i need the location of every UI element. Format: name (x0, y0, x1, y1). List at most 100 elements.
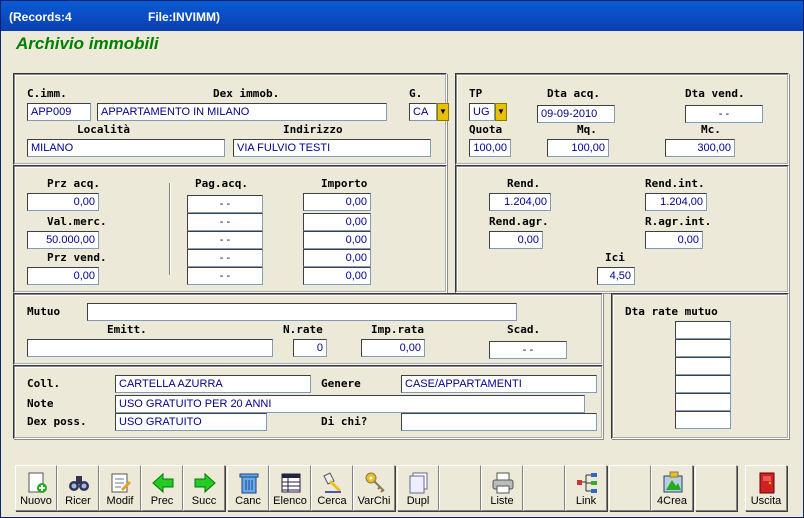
dupl-button[interactable]: Dupl (397, 465, 439, 511)
rate-mutuo-field[interactable] (675, 375, 731, 393)
importo-field[interactable]: 0,00 (303, 267, 371, 285)
dex-poss-field[interactable]: USO GRATUITO (115, 413, 267, 431)
pag-acq-field[interactable]: - - (187, 213, 263, 231)
mutuo-label: Mutuo (27, 305, 61, 318)
ici-field[interactable]: 4,50 (597, 267, 635, 285)
pag-acq-field[interactable]: - - (187, 267, 263, 285)
title-bar: (Records:4 File:INVIMM) (1, 1, 803, 31)
cimm-label: C.imm. (27, 87, 67, 100)
empty-button[interactable] (609, 465, 651, 511)
val-merc-label: Val.merc. (47, 215, 107, 228)
emitt-field[interactable] (27, 339, 273, 357)
dta-vend-label: Dta vend. (685, 87, 745, 100)
cimm-field[interactable]: APP009 (27, 103, 91, 121)
genere-field[interactable]: CASE/APPARTAMENTI (401, 375, 597, 393)
cerca-button[interactable]: Cerca (311, 465, 353, 511)
coll-field[interactable]: CARTELLA AZURRA (115, 375, 311, 393)
nrate-label: N.rate (283, 323, 323, 336)
link-button[interactable]: Link (565, 465, 607, 511)
records-count: (Records:4 (9, 10, 72, 24)
arrow-left-icon (152, 472, 174, 494)
note-field[interactable]: USO GRATUITO PER 20 ANNI (115, 395, 585, 413)
toolbar: Nuovo Ricer Modif Prec Succ Canc Elenco (11, 465, 791, 513)
g-dropdown-icon[interactable]: ▼ (437, 103, 449, 121)
tp-dropdown-icon[interactable]: ▼ (495, 103, 507, 121)
nrate-field[interactable]: 0 (293, 339, 327, 357)
di-chi-label: Di chi? (321, 415, 368, 428)
nuovo-button[interactable]: Nuovo (15, 465, 57, 511)
mutuo-field[interactable] (87, 303, 517, 321)
localita-field[interactable]: MILANO (27, 139, 225, 157)
pag-acq-field[interactable]: - - (187, 249, 263, 267)
imprata-label: Imp.rata (371, 323, 424, 336)
scad-field[interactable]: - - (489, 341, 567, 359)
imprata-field[interactable]: 0,00 (361, 339, 425, 357)
dta-vend-field[interactable]: - - (685, 105, 763, 123)
rate-mutuo-field[interactable] (675, 321, 731, 339)
crea-button[interactable]: 4Crea (651, 465, 693, 511)
empty-button[interactable] (439, 465, 481, 511)
modif-button[interactable]: Modif (99, 465, 141, 511)
indirizzo-label: Indirizzo (283, 123, 343, 136)
rate-mutuo-field[interactable] (675, 393, 731, 411)
tp-field[interactable]: UG (469, 103, 495, 121)
empty-button[interactable] (695, 465, 737, 511)
trash-icon (239, 473, 259, 494)
printer-icon (492, 472, 514, 494)
rend-agr-field[interactable]: 0,00 (489, 231, 543, 249)
create-tool-icon (663, 471, 683, 493)
duplicate-icon (409, 472, 428, 494)
quota-field[interactable]: 100,00 (469, 139, 511, 157)
binoculars-icon (69, 476, 89, 491)
ricer-button[interactable]: Ricer (57, 465, 99, 511)
di-chi-field[interactable] (401, 413, 597, 431)
varchi-button[interactable]: VarChi (353, 465, 395, 511)
succ-button[interactable]: Succ (183, 465, 225, 511)
liste-button[interactable]: Liste (481, 465, 523, 511)
dex-poss-label: Dex poss. (27, 415, 87, 428)
scad-label: Scad. (507, 323, 541, 336)
rend-int-field[interactable]: 1.204,00 (645, 193, 707, 211)
indirizzo-field[interactable]: VIA FULVIO TESTI (233, 139, 431, 157)
mc-field[interactable]: 300,00 (665, 139, 735, 157)
importo-field[interactable]: 0,00 (303, 193, 371, 211)
pag-acq-field[interactable]: - - (187, 231, 263, 249)
app-window: (Records:4 File:INVIMM) Archivio immobil… (0, 0, 804, 518)
rend-field[interactable]: 1.204,00 (489, 193, 551, 211)
importo-field[interactable]: 0,00 (303, 213, 371, 231)
g-label: G. (409, 87, 423, 100)
pag-acq-field[interactable]: - - (187, 195, 263, 213)
rate-mutuo-field[interactable] (675, 339, 731, 357)
ragr-int-field[interactable]: 0,00 (645, 231, 703, 249)
form-title: Archivio immobili (16, 34, 159, 53)
dex-field[interactable]: APPARTAMENTO IN MILANO (97, 103, 387, 121)
importo-field[interactable]: 0,00 (303, 249, 371, 267)
rend-agr-label: Rend.agr. (489, 215, 549, 228)
rate-mutuo-field[interactable] (675, 411, 731, 429)
prz-vend-label: Prz vend. (47, 251, 107, 264)
new-document-icon (28, 472, 47, 493)
prz-vend-field[interactable]: 0,00 (27, 267, 99, 285)
genere-label: Genere (321, 377, 361, 390)
prz-acq-field[interactable]: 0,00 (27, 193, 99, 211)
keys-icon (365, 472, 385, 493)
elenco-button[interactable]: Elenco (269, 465, 311, 511)
coll-label: Coll. (27, 377, 61, 390)
empty-button[interactable] (523, 465, 565, 511)
prec-button[interactable]: Prec (141, 465, 183, 511)
edit-document-icon (111, 473, 131, 493)
link-tree-icon (577, 473, 597, 493)
tp-label: TP (469, 87, 483, 100)
dta-acq-field[interactable]: 09-09-2010 (537, 105, 615, 123)
prz-acq-label: Prz acq. (47, 177, 100, 190)
dex-label: Dex immob. (213, 87, 280, 100)
ragr-int-label: R.agr.int. (645, 215, 712, 228)
importo-field[interactable]: 0,00 (303, 231, 371, 249)
rate-mutuo-field[interactable] (675, 357, 731, 375)
canc-button[interactable]: Canc (227, 465, 269, 511)
g-field[interactable]: CA (409, 103, 437, 121)
exit-door-icon (759, 472, 775, 494)
uscita-button[interactable]: Uscita (745, 465, 787, 511)
mq-field[interactable]: 100,00 (547, 139, 609, 157)
val-merc-field[interactable]: 50.000,00 (27, 231, 99, 249)
